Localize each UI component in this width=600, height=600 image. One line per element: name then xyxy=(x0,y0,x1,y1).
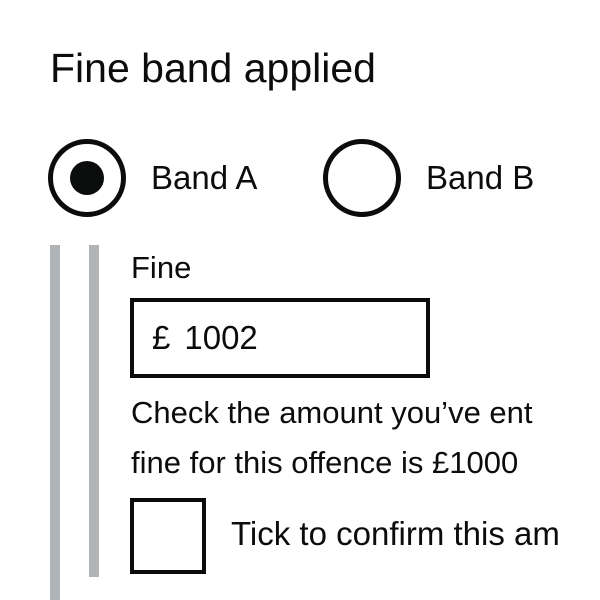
band-a-radio[interactable]: Band A xyxy=(48,139,257,217)
warning-line-1: Check the amount you’ve ent xyxy=(131,395,533,430)
fine-warning-text: Check the amount you’ve ent fine for thi… xyxy=(131,388,533,488)
confirm-amount-label[interactable]: Tick to confirm this am xyxy=(231,512,560,556)
fine-value[interactable]: 1002 xyxy=(184,319,257,357)
conditional-reveal-border xyxy=(50,245,60,600)
currency-prefix: £ xyxy=(152,319,171,356)
inset-border xyxy=(89,245,99,577)
fine-label: Fine xyxy=(131,250,192,285)
band-b-label[interactable]: Band B xyxy=(426,159,534,197)
band-a-selected-dot xyxy=(70,161,104,195)
band-a-label[interactable]: Band A xyxy=(151,159,257,197)
band-b-radio[interactable]: Band B xyxy=(323,139,534,217)
band-b-radio-circle[interactable] xyxy=(323,139,401,217)
page: Fine band applied Band A Band B Fine £ 1… xyxy=(0,0,600,600)
fine-band-legend: Fine band applied xyxy=(50,45,376,91)
band-a-radio-circle[interactable] xyxy=(48,139,126,217)
confirm-amount-checkbox[interactable] xyxy=(130,498,206,574)
warning-line-2: fine for this offence is £1000 xyxy=(131,445,519,480)
fine-input[interactable]: £ 1002 xyxy=(130,298,430,378)
